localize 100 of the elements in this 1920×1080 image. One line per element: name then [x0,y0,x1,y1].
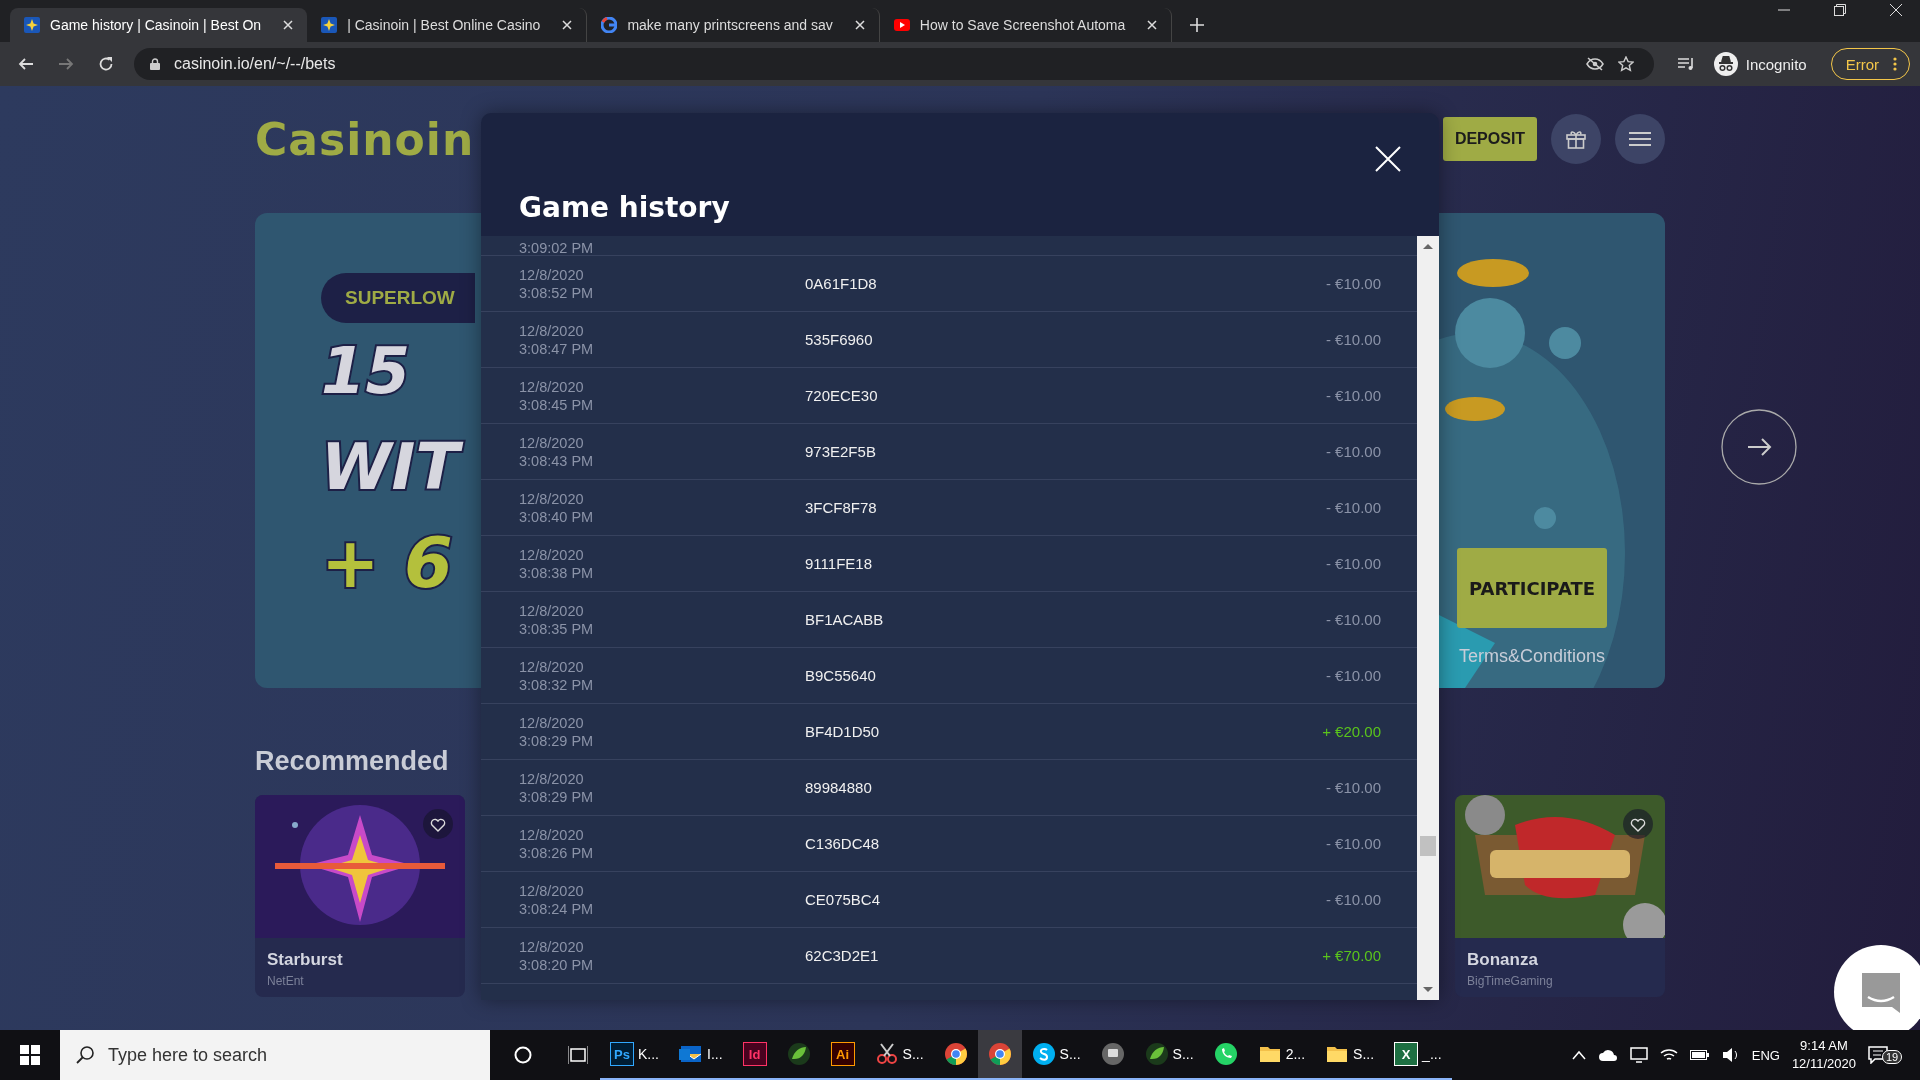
bet-amount: - €10.00 [1325,387,1381,404]
bet-id: CE075BC4 [805,891,882,908]
app-icon: Ai [830,1042,855,1066]
terms-link[interactable]: Terms&Conditions [1458,646,1606,667]
lock-icon [150,58,160,70]
gift-button[interactable] [1551,114,1601,164]
bet-id: 535F6960 [805,331,874,348]
chevron-up-icon[interactable] [1571,1050,1586,1060]
taskbar-app[interactable]: S... [1315,1030,1385,1080]
game-title: Bonanza [1467,950,1539,970]
star-icon[interactable] [1617,56,1634,72]
cloud-icon[interactable] [1597,1048,1618,1062]
task-view-icon[interactable] [568,1046,588,1064]
back-icon[interactable] [18,56,34,72]
taskbar-app[interactable]: S... [1134,1030,1204,1080]
taskbar-app[interactable]: 2... [1247,1030,1316,1080]
gift-icon [1565,128,1587,150]
tab-title: make many printscreens and sav [627,17,833,33]
taskbar-app[interactable]: I... [669,1030,733,1080]
bet-amount: - €10.00 [1325,779,1381,796]
app-icon: Id [742,1042,767,1066]
taskbar-app[interactable]: X _... [1384,1030,1452,1080]
bet-time: 12/8/2020 3:08:26 PM [519,825,595,862]
bet-amount: - €10.00 [1325,667,1381,684]
bet-id: BF1ACABB [805,611,885,628]
bet-id: 720ECE30 [805,387,879,404]
menu-icon [1629,131,1651,147]
bet-amount: + €70.00 [1322,947,1381,964]
chat-icon [1100,1042,1125,1066]
notification-button[interactable]: 19 [1868,1046,1912,1064]
dialog-title: Game history [519,191,730,224]
bet-time: 12/8/2020 3:08:20 PM [519,937,595,974]
clock[interactable]: 9:14 AM 12/11/2020 [1791,1037,1856,1073]
playlist-icon[interactable] [1677,57,1696,71]
bet-amount: - €10.00 [1325,891,1381,908]
logo[interactable]: Casinoin [255,113,475,165]
bet-time: 12/8/2020 3:08:52 PM [519,265,595,302]
forward-icon[interactable] [58,56,74,72]
taskbar-app[interactable]: S... [1021,1030,1091,1080]
bet-amount: - €10.00 [1325,331,1381,348]
app-icon: Ps [610,1042,634,1066]
star-icon [321,17,338,33]
tab-title: How to Save Screenshot Automa [919,17,1126,33]
bet-amount: - €10.00 [1325,275,1381,292]
browser-tab[interactable]: Game history | Casinoin | Best On [10,8,308,42]
chrome-icon [987,1042,1012,1066]
bet-time: 12/8/2020 3:08:40 PM [519,489,595,526]
reload-icon[interactable] [98,56,114,72]
monitor-icon[interactable] [1629,1047,1648,1063]
wifi-icon[interactable] [1659,1047,1678,1063]
close-icon[interactable] [1147,20,1158,30]
language-indicator[interactable]: ENG [1751,1047,1780,1063]
taskbar-app[interactable]: S... [864,1030,934,1080]
bet-id: 0A61F1D8 [805,275,878,292]
promo-pill: SUPERLOW [321,273,475,323]
search-field[interactable]: Type here to search [60,1030,490,1080]
taskbar-app[interactable] [977,1030,1022,1080]
address-bar[interactable]: casinoin.io/en/~/--/bets [134,48,1654,80]
speaker-icon[interactable] [1721,1047,1740,1063]
deposit-button[interactable]: DEPOSIT [1443,117,1537,161]
menu-button[interactable] [1615,114,1665,164]
search-icon [76,1046,94,1064]
next-arrow-button[interactable] [1721,409,1797,485]
close-icon[interactable] [854,20,865,30]
game-card[interactable]: Starburst NetEnt [255,795,465,997]
bet-time: 12/8/2020 3:08:35 PM [519,601,595,638]
taskbar-app[interactable]: Id [732,1030,777,1080]
promo-headline: 15 [321,333,411,410]
eye-slash-icon[interactable] [1585,57,1604,71]
taskbar-app[interactable]: Ai [820,1030,865,1080]
new-tab-icon[interactable] [1190,18,1205,32]
restore-icon[interactable] [1834,4,1846,16]
bet-amount: - €10.00 [1325,499,1381,516]
scrollbar[interactable] [1417,236,1439,1000]
star-icon [24,17,40,33]
game-card[interactable]: Bonanza BigTimeGaming [1455,795,1665,997]
chrome-icon [943,1042,968,1066]
taskbar-app[interactable]: Ps K... [600,1030,669,1080]
windows-start-icon[interactable] [20,1045,40,1065]
close-icon[interactable] [283,20,294,30]
leaf-icon [1144,1042,1169,1066]
scissors-icon [874,1042,899,1066]
bet-id: 3FCF8F78 [805,499,878,516]
bet-amount: - €10.00 [1325,611,1381,628]
url-text: casinoin.io/en/~/--/bets [174,55,336,73]
bet-time: 12/8/2020 3:08:24 PM [519,881,595,918]
bet-time: 12/8/2020 3:08:32 PM [519,657,595,694]
bet-id: 9111FE18 [805,555,873,572]
participate-button[interactable]: PARTICIPATE [1457,548,1607,628]
cortana-icon[interactable] [514,1046,532,1064]
close-icon[interactable] [1890,4,1902,16]
play-icon [893,17,910,33]
bet-id: 89984880 [805,779,873,796]
game-provider: BigTimeGaming [1467,974,1554,988]
bet-time: 12/8/2020 3:08:38 PM [519,545,595,582]
leaf-icon [786,1042,811,1066]
more-icon [1893,57,1897,71]
close-icon[interactable] [562,20,573,30]
bet-time: 12/8/2020 3:08:45 PM [519,377,595,414]
battery-icon[interactable] [1689,1049,1710,1061]
